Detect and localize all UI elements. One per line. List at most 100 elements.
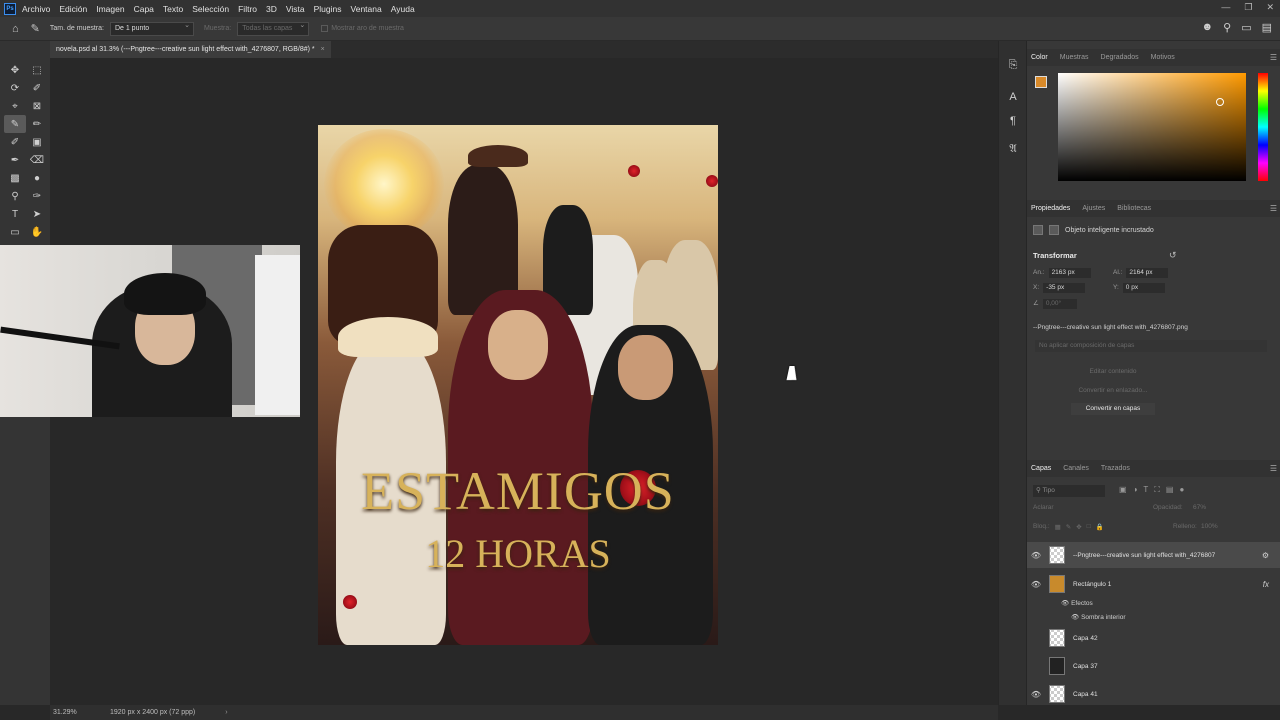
inner-shadow-row[interactable]: 👁 Sombra interior (1071, 613, 1126, 621)
restore-icon[interactable]: ❐ (1244, 2, 1252, 13)
tab-motivos[interactable]: Motivos (1151, 54, 1175, 61)
eyedropper-tool-icon[interactable]: ✎ (31, 22, 40, 35)
convert-to-layers-button[interactable]: Convertir en capas (1071, 403, 1155, 415)
blur-tool-icon[interactable]: ● (26, 169, 48, 187)
effects-row[interactable]: 👁 Efectos (1061, 599, 1093, 607)
type-tool-icon[interactable]: T (4, 205, 26, 223)
hue-slider[interactable] (1258, 73, 1268, 181)
marquee-tool-icon[interactable]: ⬚ (26, 61, 48, 79)
paragraph-panel-icon[interactable]: ¶ (999, 111, 1027, 131)
document-tab[interactable]: novela.psd al 31.3% (---Pngtree---creati… (50, 41, 331, 58)
eyedropper-tool-icon[interactable]: ✎ (4, 115, 26, 133)
history-panel-icon[interactable]: ⎘ (999, 55, 1027, 75)
menu-capa[interactable]: Capa (134, 4, 154, 14)
eye-icon[interactable]: 👁 (1027, 690, 1045, 699)
menu-plugins[interactable]: Plugins (314, 4, 342, 14)
lock-artboard-icon[interactable]: □ (1087, 523, 1091, 535)
brush-tool-icon[interactable]: ✐ (4, 133, 26, 151)
layer-row[interactable]: 👁 Rectángulo 1 fx (1027, 571, 1280, 597)
tab-muestras[interactable]: Muestras (1060, 54, 1089, 61)
tab-bibliotecas[interactable]: Bibliotecas (1117, 205, 1151, 212)
crop-tool-icon[interactable]: ⌖ (4, 97, 26, 115)
lasso-tool-icon[interactable]: ⟳ (4, 79, 26, 97)
history-brush-tool-icon[interactable]: ✒ (4, 151, 26, 169)
lock-position-icon[interactable]: ✥ (1076, 523, 1081, 535)
menu-edicion[interactable]: Edición (59, 4, 87, 14)
filter-adjustment-icon[interactable]: ◑ (1133, 485, 1138, 495)
angle-value[interactable]: 0,00° (1042, 299, 1077, 309)
tab-degradados[interactable]: Degradados (1101, 54, 1139, 61)
color-picker-handle[interactable] (1216, 98, 1224, 106)
eye-icon[interactable]: 👁 (1027, 580, 1045, 589)
glyphs-panel-icon[interactable]: 𝔄 (999, 139, 1027, 159)
menu-vista[interactable]: Vista (286, 4, 305, 14)
frame-tool-icon[interactable]: ⊠ (26, 97, 48, 115)
gradient-tool-icon[interactable]: ▩ (4, 169, 26, 187)
panel-menu-icon[interactable]: ☰ (1270, 464, 1277, 473)
lock-transparency-icon[interactable]: ▦ (1055, 523, 1061, 535)
layer-search-input[interactable]: ⚲ Tipo (1033, 485, 1105, 497)
filter-shape-icon[interactable]: ⛶ (1154, 485, 1160, 495)
menu-filtro[interactable]: Filtro (238, 4, 257, 14)
poster-artwork[interactable]: ESTAMIGOS 12 HORAS (318, 125, 718, 645)
menu-archivo[interactable]: Archivo (22, 4, 50, 14)
opacity-value[interactable]: 67% (1193, 504, 1206, 511)
move-tool-icon[interactable]: ✥ (4, 61, 26, 79)
y-field[interactable]: Y: 0 px (1113, 283, 1165, 293)
angle-field[interactable]: ∠ 0,00° (1033, 299, 1077, 309)
sample-size-select[interactable]: De 1 punto (109, 21, 194, 36)
ruler-tool-icon[interactable]: ✏ (26, 115, 48, 133)
zoom-level[interactable]: 31.29% (50, 709, 110, 716)
workspace-icon[interactable]: ▭ (1241, 21, 1251, 34)
eraser-tool-icon[interactable]: ⌫ (26, 151, 48, 169)
search-icon[interactable]: ⚲ (1223, 21, 1231, 34)
layer-row[interactable]: Capa 37 (1027, 653, 1280, 679)
show-ring-checkbox[interactable]: Mostrar aro de muestra (321, 25, 404, 32)
menu-texto[interactable]: Texto (163, 4, 183, 14)
panel-layout-icon[interactable]: ▤ (1262, 21, 1272, 34)
reset-transform-icon[interactable]: ↺ (1169, 250, 1177, 261)
hand-tool-icon[interactable]: ✋ (26, 223, 48, 241)
menu-seleccion[interactable]: Selección (192, 4, 229, 14)
character-panel-icon[interactable]: A (999, 87, 1027, 107)
shape-tool-icon[interactable]: ▭ (4, 223, 26, 241)
layer-row[interactable]: Capa 42 (1027, 625, 1280, 651)
x-value[interactable]: -35 px (1043, 283, 1086, 293)
fill-value[interactable]: 100% (1201, 523, 1218, 530)
layer-row[interactable]: 👁 --Pngtree---creative sun light effect … (1027, 542, 1280, 568)
close-icon[interactable]: ✕ (1266, 2, 1274, 13)
width-field[interactable]: An.: 2163 px (1033, 268, 1091, 278)
share-icon[interactable]: ☻ (1202, 21, 1214, 34)
fx-icon[interactable]: fx (1263, 580, 1269, 589)
tab-canales[interactable]: Canales (1063, 465, 1089, 472)
layer-comp-select[interactable]: No aplicar composición de capas (1035, 340, 1267, 352)
status-menu-arrow-icon[interactable]: › (225, 709, 227, 716)
x-field[interactable]: X: -35 px (1033, 283, 1086, 293)
tab-trazados[interactable]: Trazados (1101, 465, 1130, 472)
path-select-tool-icon[interactable]: ➤ (26, 205, 48, 223)
panel-menu-icon[interactable]: ☰ (1270, 204, 1277, 213)
y-value[interactable]: 0 px (1122, 283, 1165, 293)
tab-color[interactable]: Color (1031, 54, 1048, 61)
lock-all-icon[interactable]: 🔒 (1096, 523, 1104, 535)
layer-row[interactable]: 👁 Capa 41 (1027, 681, 1280, 707)
panel-menu-icon[interactable]: ☰ (1270, 53, 1277, 62)
menu-ventana[interactable]: Ventana (351, 4, 382, 14)
color-picker-field[interactable] (1058, 73, 1246, 181)
tab-close-icon[interactable]: × (321, 46, 325, 53)
stamp-tool-icon[interactable]: ▣ (26, 133, 48, 151)
height-field[interactable]: Al.: 2164 px (1113, 268, 1169, 278)
tab-ajustes[interactable]: Ajustes (1082, 205, 1105, 212)
height-value[interactable]: 2164 px (1126, 268, 1169, 278)
convert-to-linked-button[interactable]: Convertir en enlazado... (1071, 385, 1155, 397)
width-value[interactable]: 2163 px (1048, 268, 1091, 278)
filter-smart-icon[interactable]: ▤ (1166, 485, 1174, 495)
foreground-color-swatch[interactable] (1035, 76, 1047, 88)
eye-icon[interactable]: 👁 (1027, 551, 1045, 560)
quick-select-tool-icon[interactable]: ✐ (26, 79, 48, 97)
minimize-icon[interactable]: — (1221, 2, 1230, 13)
blend-mode-select[interactable]: Aclarar (1033, 504, 1054, 511)
filter-toggle-icon[interactable]: ● (1179, 485, 1184, 495)
menu-imagen[interactable]: Imagen (96, 4, 124, 14)
tab-capas[interactable]: Capas (1031, 465, 1051, 472)
